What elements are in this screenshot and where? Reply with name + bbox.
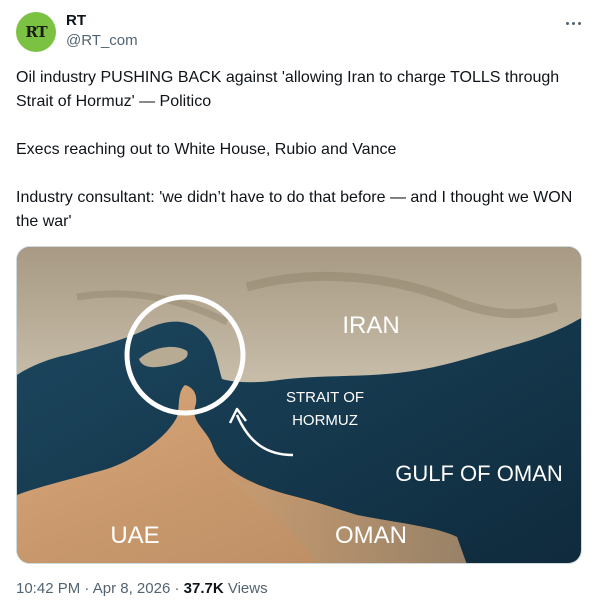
- tweet-footer: 10:42 PM · Apr 8, 2026 · 37.7K Views: [16, 580, 268, 597]
- uae-label: UAE: [110, 522, 159, 549]
- views-label: Views: [227, 580, 268, 597]
- author-handle[interactable]: @RT_com: [66, 32, 138, 49]
- tweet-image[interactable]: IRAN STRAIT OF HORMUZ GULF OF OMAN UAE O…: [16, 246, 582, 564]
- tweet-paragraph: Oil industry PUSHING BACK against 'allow…: [16, 69, 560, 110]
- tweet-date[interactable]: Apr 8, 2026: [93, 580, 171, 597]
- tweet-time[interactable]: 10:42 PM: [16, 580, 80, 597]
- oman-label: OMAN: [335, 522, 407, 549]
- strait-of-hormuz-map: IRAN STRAIT OF HORMUZ GULF OF OMAN UAE O…: [17, 247, 581, 563]
- gulf-of-oman-label: GULF OF OMAN: [395, 461, 562, 486]
- strait-label-1: STRAIT OF: [286, 389, 364, 406]
- rt-logo-icon: RT: [25, 23, 47, 41]
- strait-label-2: HORMUZ: [292, 412, 358, 429]
- author-name[interactable]: RT: [66, 12, 86, 29]
- tweet-text: Oil industry PUSHING BACK against 'allow…: [16, 66, 586, 234]
- iran-label: IRAN: [342, 312, 399, 339]
- tweet-paragraph: Industry consultant: 'we didn’t have to …: [16, 189, 573, 230]
- views-count[interactable]: 37.7K: [184, 580, 224, 597]
- tweet-card: RT RT @RT_com Oil industry PUSHING BACK …: [0, 0, 604, 613]
- separator: ·: [174, 580, 180, 597]
- more-options-icon[interactable]: [560, 14, 586, 32]
- avatar[interactable]: RT: [16, 12, 56, 52]
- separator: ·: [84, 580, 90, 597]
- tweet-paragraph: Execs reaching out to White House, Rubio…: [16, 141, 397, 158]
